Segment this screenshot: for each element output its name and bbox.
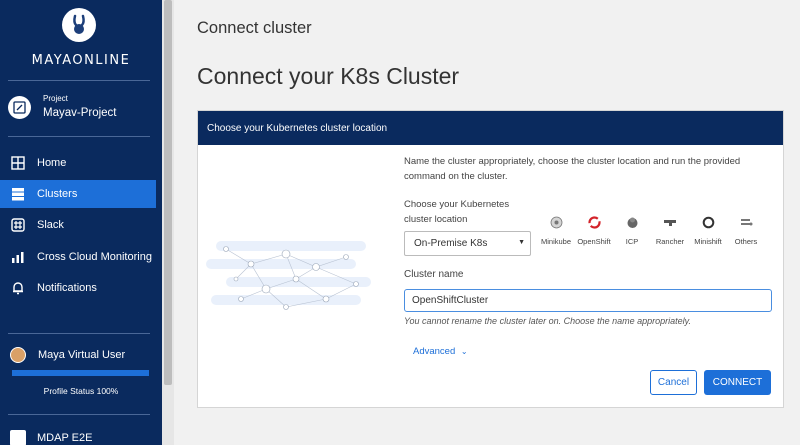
divider <box>8 80 150 81</box>
avatar <box>10 347 26 363</box>
bell-icon <box>10 280 26 296</box>
nav-item-clusters[interactable]: Clusters <box>0 180 156 208</box>
platform-label: Rancher <box>655 237 685 246</box>
project-label: Project <box>43 94 68 103</box>
location-value: On-Premise K8s <box>414 238 488 249</box>
project-icon <box>8 96 31 119</box>
location-label: Choose your Kubernetes cluster location <box>404 199 510 225</box>
divider <box>8 414 150 415</box>
nav-item-cross-cloud-monitoring[interactable]: Cross Cloud Monitoring <box>0 243 156 271</box>
maya-logo-icon[interactable] <box>62 8 96 42</box>
divider <box>8 136 150 137</box>
project-selector[interactable]: Project Mayav-Project <box>8 94 158 124</box>
rancher-icon <box>663 215 677 229</box>
cluster-name-label: Cluster name <box>404 269 464 280</box>
nav-label: Cross Cloud Monitoring <box>37 251 152 263</box>
chevron-down-icon: ▼ <box>518 239 525 246</box>
sidebar: MAYAONLINE Project Mayav-Project Home Cl… <box>0 0 162 445</box>
chart-icon <box>10 249 26 265</box>
nav-item-notifications[interactable]: Notifications <box>0 274 156 302</box>
advanced-toggle[interactable]: Advanced ⌄ <box>413 346 468 357</box>
connect-button[interactable]: CONNECT <box>704 370 771 395</box>
platform-minishift[interactable]: Minishift <box>689 215 727 246</box>
cluster-name-hint: You cannot rename the cluster later on. … <box>404 316 692 326</box>
advanced-label: Advanced <box>413 346 456 357</box>
sidebar-scrollbar[interactable] <box>162 0 174 445</box>
platform-rancher[interactable]: Rancher <box>651 215 689 246</box>
nav-label: Notifications <box>37 282 97 294</box>
profile-progress-bar <box>12 370 149 376</box>
platform-openshift[interactable]: OpenShift <box>575 215 613 246</box>
nav-item-slack[interactable]: Slack <box>0 211 156 239</box>
cluster-name-input[interactable] <box>404 289 772 312</box>
nav-item-home[interactable]: Home <box>0 149 156 177</box>
location-select[interactable]: On-Premise K8s ▼ <box>404 231 531 256</box>
platform-minikube[interactable]: Minikube <box>537 215 575 246</box>
openshift-icon <box>587 215 601 229</box>
platform-label: Others <box>734 237 758 246</box>
divider <box>8 333 150 334</box>
platform-list: Minikube OpenShift ICP Rancher Minishift… <box>537 215 765 246</box>
others-icon <box>739 215 753 229</box>
slack-icon <box>10 217 26 233</box>
platform-label: Minishift <box>694 237 722 246</box>
platform-icp[interactable]: ICP <box>613 215 651 246</box>
platform-label: ICP <box>625 237 639 246</box>
nav-label: Slack <box>37 219 64 231</box>
cancel-button[interactable]: Cancel <box>650 370 697 395</box>
nav-label: Clusters <box>37 188 78 200</box>
nav-label: Home <box>37 157 67 169</box>
brand-name: MAYAONLINE <box>31 53 131 68</box>
project-name: Mayav-Project <box>43 107 117 119</box>
card-header: Choose your Kubernetes cluster location <box>198 111 783 145</box>
org-icon <box>10 430 26 445</box>
user-name: Maya Virtual User <box>38 349 126 361</box>
minikube-icon <box>549 215 563 229</box>
home-icon <box>10 155 26 171</box>
card-description: Name the cluster appropriately, choose t… <box>404 156 741 182</box>
icp-icon <box>625 215 639 229</box>
page-title: Connect your K8s Cluster <box>197 63 460 89</box>
platform-label: Minikube <box>540 237 571 246</box>
platform-others[interactable]: Others <box>727 215 765 246</box>
chevron-down-icon: ⌄ <box>460 347 468 356</box>
breadcrumb: Connect cluster <box>197 19 312 37</box>
minishift-icon <box>701 215 715 229</box>
org-selector[interactable]: MDAP E2E <box>10 430 92 445</box>
clusters-icon <box>10 186 26 202</box>
profile-status: Profile Status 100% <box>43 386 119 396</box>
connect-cluster-card: Choose your Kubernetes cluster location … <box>197 110 784 408</box>
user-profile[interactable]: Maya Virtual User <box>10 346 125 364</box>
main-content: Connect cluster Connect your K8s Cluster… <box>174 0 800 445</box>
scrollbar-thumb[interactable] <box>164 0 172 385</box>
platform-label: OpenShift <box>577 237 611 246</box>
network-illustration <box>206 241 371 310</box>
org-name: MDAP E2E <box>37 432 93 444</box>
